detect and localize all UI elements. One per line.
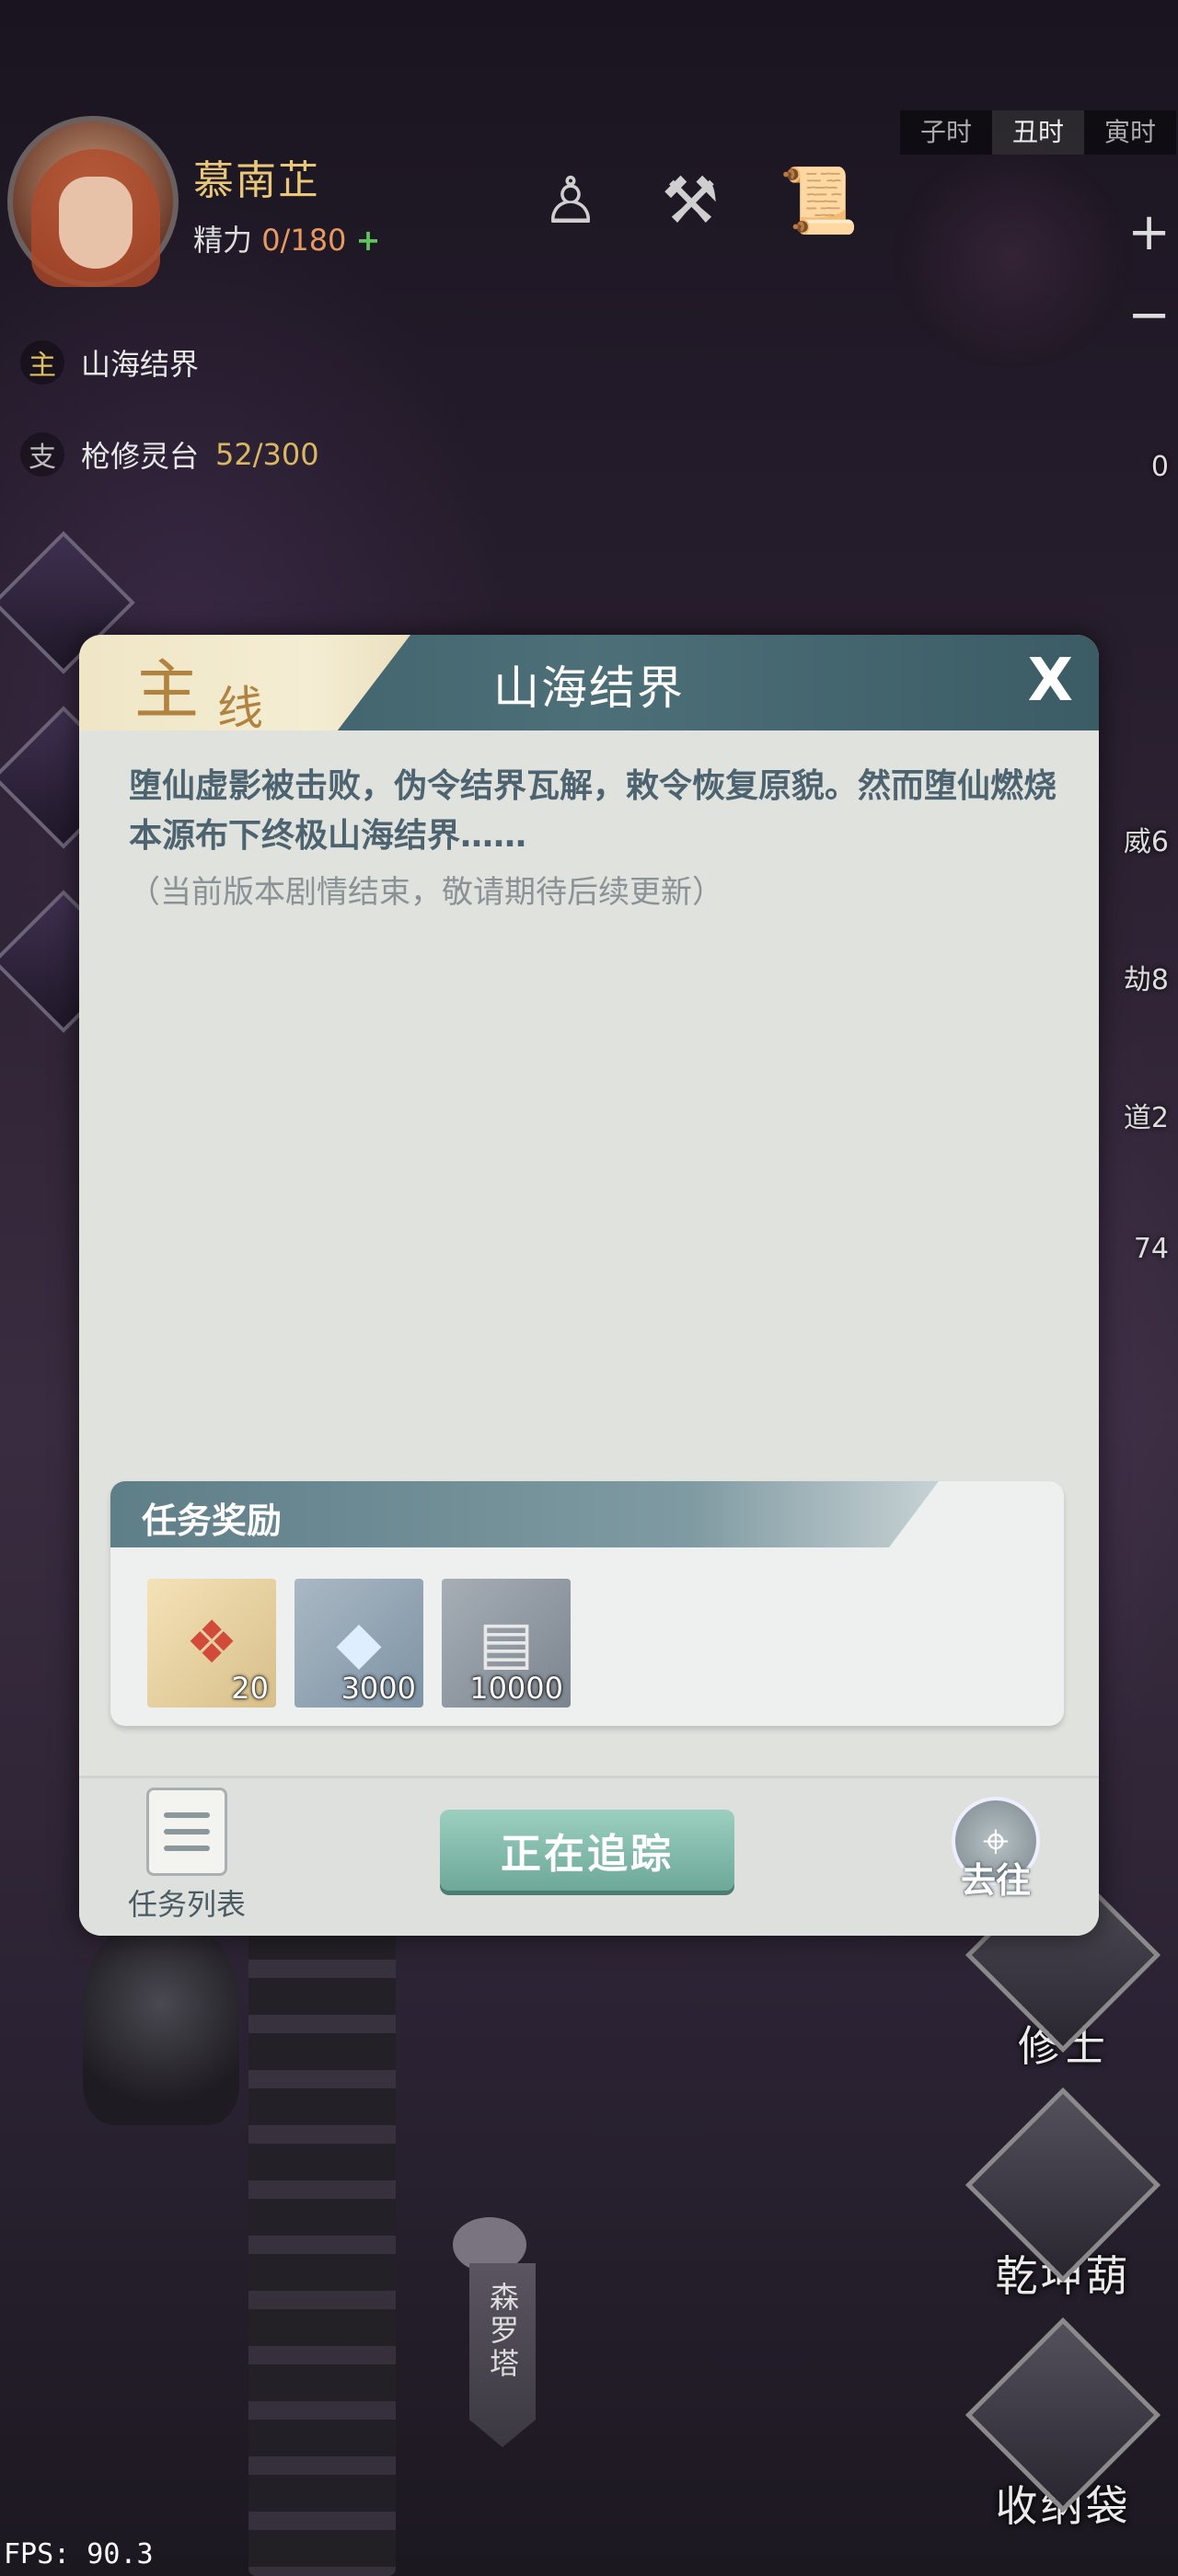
reward-count: 20: [231, 1671, 269, 1706]
tracking-button[interactable]: 正在追踪: [440, 1810, 734, 1891]
right-count-1: 威6: [1123, 826, 1169, 858]
player-name: 慕南芷: [193, 157, 320, 204]
tower-label-banner[interactable]: 森罗塔: [469, 2263, 536, 2447]
right-count-4: 74: [1133, 1233, 1169, 1265]
time-chou: 丑时: [992, 110, 1084, 155]
player-avatar[interactable]: [7, 116, 179, 287]
right-count-3: 道2: [1123, 1102, 1169, 1134]
quest-main-title: 山海结界: [81, 347, 200, 382]
time-zi: 子时: [919, 117, 972, 147]
zoom-out-button[interactable]: −: [1127, 285, 1171, 345]
dialog-footer: 任务列表 正在追踪 ⌖ 去往: [79, 1776, 1099, 1936]
reward-panel: 任务奖励 ❖ 20 ◆ 3000 ▤ 10000: [110, 1481, 1064, 1726]
side-menu-bag[interactable]: 收纳袋: [964, 2317, 1161, 2534]
right-count-2: 劫8: [1123, 964, 1169, 996]
fps-counter: FPS: 90.3: [4, 2538, 154, 2570]
monster-sprite[interactable]: [83, 1923, 239, 2125]
bell-icon[interactable]: ♙: [534, 155, 607, 247]
quest-side-tag: 支: [20, 432, 64, 477]
tower-label: 森罗塔: [485, 2282, 520, 2381]
quest-main-tag: 主: [20, 340, 64, 385]
reward-item-scroll[interactable]: ▤ 10000: [442, 1579, 571, 1708]
reward-item-crystal[interactable]: ◆ 3000: [294, 1579, 423, 1708]
quest-side-row[interactable]: 支 枪修灵台 52/300: [20, 432, 319, 477]
dialog-header: 主 线 山海结界 X: [79, 635, 1099, 730]
reward-item-talisman[interactable]: ❖ 20: [147, 1579, 276, 1708]
tower-sprite[interactable]: [248, 1923, 396, 2576]
energy-value: 0/180: [261, 223, 347, 258]
avatar-face: [59, 177, 133, 269]
side-menu-gourd[interactable]: 乾坤葫: [964, 2087, 1161, 2304]
reward-count: 10000: [469, 1671, 563, 1706]
quest-list-label: 任务列表: [127, 1887, 246, 1922]
dialog-description: 堕仙虚影被击败，伪令结界瓦解，敕令恢复原貌。然而堕仙燃烧本源布下终极山海结界……: [129, 767, 1057, 855]
reward-title: 任务奖励: [142, 1501, 283, 1541]
quest-main-row[interactable]: 主 山海结界: [20, 340, 199, 385]
energy-plus-button[interactable]: +: [356, 223, 381, 258]
energy-display: 精力 0/180 +: [193, 217, 380, 259]
reward-count: 3000: [341, 1671, 416, 1706]
shovel-icon[interactable]: ⚒: [653, 155, 727, 247]
time-bar: 子时 丑时 寅时: [900, 110, 1176, 155]
zoom-in-button[interactable]: +: [1127, 202, 1171, 262]
goto-label: 去往: [960, 1860, 1031, 1901]
goto-button[interactable]: ⌖ 去往: [941, 1797, 1051, 1903]
close-button[interactable]: X: [1028, 648, 1073, 714]
quest-list-button[interactable]: 任务列表: [118, 1788, 256, 1924]
energy-label: 精力: [193, 223, 253, 258]
reward-header: 任务奖励: [110, 1481, 939, 1547]
quest-side-progress: 52/300: [215, 437, 319, 472]
list-icon: [146, 1788, 227, 1876]
time-dial: [893, 147, 1132, 368]
dialog-title: 山海结界: [493, 661, 685, 715]
quest-dialog: 主 线 山海结界 X 堕仙虚影被击败，伪令结界瓦解，敕令恢复原貌。然而堕仙燃烧本…: [79, 635, 1099, 1936]
reward-list: ❖ 20 ◆ 3000 ▤ 10000: [147, 1579, 571, 1708]
scroll-map-icon[interactable]: 📜: [779, 155, 859, 247]
dialog-note: （当前版本剧情结束，敬请期待后续更新）: [129, 874, 723, 911]
quest-side-title: 枪修灵台: [81, 439, 200, 474]
time-yin: 寅时: [1103, 117, 1156, 147]
right-count-0: 0: [1150, 451, 1169, 483]
